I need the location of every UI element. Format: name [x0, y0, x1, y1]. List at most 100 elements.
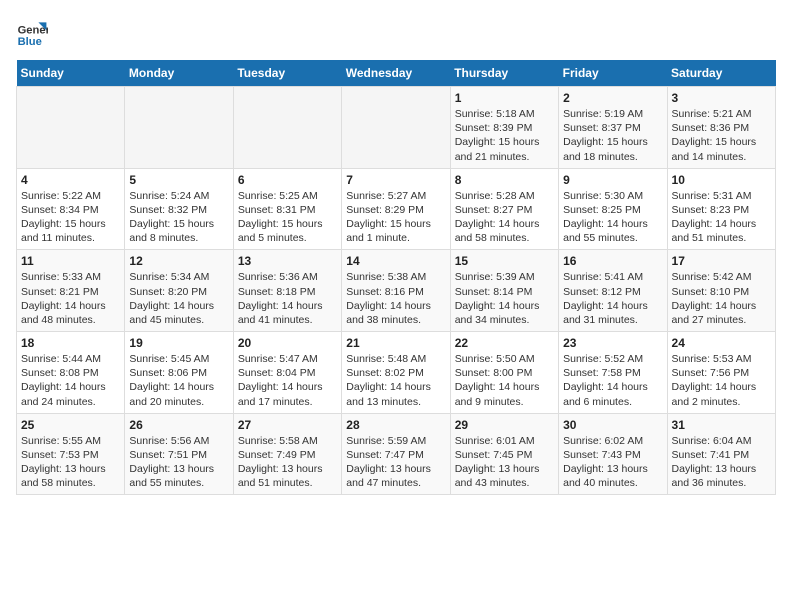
day-number: 12 — [129, 254, 228, 268]
day-number: 20 — [238, 336, 337, 350]
day-number: 26 — [129, 418, 228, 432]
day-number: 27 — [238, 418, 337, 432]
day-number: 13 — [238, 254, 337, 268]
week-row-1: 1 Sunrise: 5:18 AMSunset: 8:39 PMDaylight… — [17, 87, 776, 169]
day-info: Sunrise: 5:22 AMSunset: 8:34 PMDaylight:… — [21, 189, 120, 246]
col-header-thursday: Thursday — [450, 60, 558, 87]
day-info: Sunrise: 5:59 AMSunset: 7:47 PMDaylight:… — [346, 434, 445, 491]
day-cell: 28 Sunrise: 5:59 AMSunset: 7:47 PMDayligh… — [342, 413, 450, 495]
day-number: 28 — [346, 418, 445, 432]
logo-icon: General Blue — [16, 16, 48, 48]
day-number: 30 — [563, 418, 662, 432]
day-info: Sunrise: 5:30 AMSunset: 8:25 PMDaylight:… — [563, 189, 662, 246]
day-info: Sunrise: 5:38 AMSunset: 8:16 PMDaylight:… — [346, 270, 445, 327]
day-number: 7 — [346, 173, 445, 187]
day-number: 31 — [672, 418, 771, 432]
day-cell — [125, 87, 233, 169]
day-number: 15 — [455, 254, 554, 268]
day-number: 14 — [346, 254, 445, 268]
day-info: Sunrise: 5:28 AMSunset: 8:27 PMDaylight:… — [455, 189, 554, 246]
day-cell: 17Sunrise: 5:42 AMSunset: 8:10 PMDayligh… — [667, 250, 775, 332]
day-info: Sunrise: 5:56 AMSunset: 7:51 PMDaylight:… — [129, 434, 228, 491]
day-number: 19 — [129, 336, 228, 350]
week-row-3: 11 Sunrise: 5:33 AMSunset: 8:21 PMDayligh… — [17, 250, 776, 332]
day-cell: 24 Sunrise: 5:53 AMSunset: 7:56 PMDayligh… — [667, 332, 775, 414]
day-cell: 31 Sunrise: 6:04 AMSunset: 7:41 PMDayligh… — [667, 413, 775, 495]
day-info: Sunrise: 5:24 AMSunset: 8:32 PMDaylight:… — [129, 189, 228, 246]
day-number: 24 — [672, 336, 771, 350]
day-cell: 2 Sunrise: 5:19 AMSunset: 8:37 PMDaylight… — [559, 87, 667, 169]
day-cell — [233, 87, 341, 169]
day-info: Sunrise: 5:34 AMSunset: 8:20 PMDaylight:… — [129, 270, 228, 327]
day-info: Sunrise: 5:58 AMSunset: 7:49 PMDaylight:… — [238, 434, 337, 491]
day-info: Sunrise: 5:18 AMSunset: 8:39 PMDaylight:… — [455, 107, 554, 164]
day-cell: 22 Sunrise: 5:50 AMSunset: 8:00 PMDayligh… — [450, 332, 558, 414]
logo: General Blue — [16, 16, 52, 48]
day-number: 18 — [21, 336, 120, 350]
day-number: 22 — [455, 336, 554, 350]
day-number: 11 — [21, 254, 120, 268]
day-info: Sunrise: 5:42 AMSunset: 8:10 PMDaylight:… — [672, 270, 771, 327]
day-info: Sunrise: 5:33 AMSunset: 8:21 PMDaylight:… — [21, 270, 120, 327]
day-cell: 25Sunrise: 5:55 AMSunset: 7:53 PMDayligh… — [17, 413, 125, 495]
page-header: General Blue — [16, 16, 776, 48]
col-header-sunday: Sunday — [17, 60, 125, 87]
day-info: Sunrise: 5:44 AMSunset: 8:08 PMDaylight:… — [21, 352, 120, 409]
day-cell: 20 Sunrise: 5:47 AMSunset: 8:04 PMDayligh… — [233, 332, 341, 414]
day-cell: 14 Sunrise: 5:38 AMSunset: 8:16 PMDayligh… — [342, 250, 450, 332]
day-number: 4 — [21, 173, 120, 187]
day-info: Sunrise: 5:47 AMSunset: 8:04 PMDaylight:… — [238, 352, 337, 409]
day-info: Sunrise: 5:48 AMSunset: 8:02 PMDaylight:… — [346, 352, 445, 409]
day-cell: 8Sunrise: 5:28 AMSunset: 8:27 PMDaylight… — [450, 168, 558, 250]
week-row-2: 4 Sunrise: 5:22 AMSunset: 8:34 PMDaylight… — [17, 168, 776, 250]
calendar-header-row: SundayMondayTuesdayWednesdayThursdayFrid… — [17, 60, 776, 87]
week-row-4: 18 Sunrise: 5:44 AMSunset: 8:08 PMDayligh… — [17, 332, 776, 414]
day-cell: 3Sunrise: 5:21 AMSunset: 8:36 PMDaylight… — [667, 87, 775, 169]
col-header-monday: Monday — [125, 60, 233, 87]
day-number: 23 — [563, 336, 662, 350]
day-cell: 30 Sunrise: 6:02 AMSunset: 7:43 PMDayligh… — [559, 413, 667, 495]
day-info: Sunrise: 5:52 AMSunset: 7:58 PMDaylight:… — [563, 352, 662, 409]
day-cell: 6Sunrise: 5:25 AMSunset: 8:31 PMDaylight… — [233, 168, 341, 250]
day-info: Sunrise: 5:45 AMSunset: 8:06 PMDaylight:… — [129, 352, 228, 409]
day-info: Sunrise: 5:41 AMSunset: 8:12 PMDaylight:… — [563, 270, 662, 327]
day-cell: 13 Sunrise: 5:36 AMSunset: 8:18 PMDayligh… — [233, 250, 341, 332]
day-cell: 7 Sunrise: 5:27 AMSunset: 8:29 PMDaylight… — [342, 168, 450, 250]
day-cell: 18 Sunrise: 5:44 AMSunset: 8:08 PMDayligh… — [17, 332, 125, 414]
day-cell: 4 Sunrise: 5:22 AMSunset: 8:34 PMDaylight… — [17, 168, 125, 250]
day-cell: 23 Sunrise: 5:52 AMSunset: 7:58 PMDayligh… — [559, 332, 667, 414]
day-info: Sunrise: 5:55 AMSunset: 7:53 PMDaylight:… — [21, 434, 120, 491]
col-header-wednesday: Wednesday — [342, 60, 450, 87]
day-number: 1 — [455, 91, 554, 105]
day-cell: 11 Sunrise: 5:33 AMSunset: 8:21 PMDayligh… — [17, 250, 125, 332]
day-number: 5 — [129, 173, 228, 187]
day-info: Sunrise: 5:39 AMSunset: 8:14 PMDaylight:… — [455, 270, 554, 327]
day-info: Sunrise: 5:36 AMSunset: 8:18 PMDaylight:… — [238, 270, 337, 327]
day-number: 9 — [563, 173, 662, 187]
day-number: 2 — [563, 91, 662, 105]
day-cell: 1 Sunrise: 5:18 AMSunset: 8:39 PMDaylight… — [450, 87, 558, 169]
day-info: Sunrise: 6:01 AMSunset: 7:45 PMDaylight:… — [455, 434, 554, 491]
day-info: Sunrise: 5:27 AMSunset: 8:29 PMDaylight:… — [346, 189, 445, 246]
day-cell — [342, 87, 450, 169]
day-cell: 21 Sunrise: 5:48 AMSunset: 8:02 PMDayligh… — [342, 332, 450, 414]
day-info: Sunrise: 6:04 AMSunset: 7:41 PMDaylight:… — [672, 434, 771, 491]
day-number: 21 — [346, 336, 445, 350]
day-info: Sunrise: 5:53 AMSunset: 7:56 PMDaylight:… — [672, 352, 771, 409]
day-number: 10 — [672, 173, 771, 187]
week-row-5: 25Sunrise: 5:55 AMSunset: 7:53 PMDayligh… — [17, 413, 776, 495]
day-number: 6 — [238, 173, 337, 187]
col-header-tuesday: Tuesday — [233, 60, 341, 87]
day-cell: 12 Sunrise: 5:34 AMSunset: 8:20 PMDayligh… — [125, 250, 233, 332]
day-cell: 15 Sunrise: 5:39 AMSunset: 8:14 PMDayligh… — [450, 250, 558, 332]
day-info: Sunrise: 5:19 AMSunset: 8:37 PMDaylight:… — [563, 107, 662, 164]
day-cell: 5 Sunrise: 5:24 AMSunset: 8:32 PMDaylight… — [125, 168, 233, 250]
day-info: Sunrise: 5:50 AMSunset: 8:00 PMDaylight:… — [455, 352, 554, 409]
day-cell: 27 Sunrise: 5:58 AMSunset: 7:49 PMDayligh… — [233, 413, 341, 495]
col-header-friday: Friday — [559, 60, 667, 87]
calendar-table: SundayMondayTuesdayWednesdayThursdayFrid… — [16, 60, 776, 495]
day-info: Sunrise: 6:02 AMSunset: 7:43 PMDaylight:… — [563, 434, 662, 491]
day-cell: 10 Sunrise: 5:31 AMSunset: 8:23 PMDayligh… — [667, 168, 775, 250]
day-info: Sunrise: 5:31 AMSunset: 8:23 PMDaylight:… — [672, 189, 771, 246]
svg-text:Blue: Blue — [18, 36, 42, 48]
